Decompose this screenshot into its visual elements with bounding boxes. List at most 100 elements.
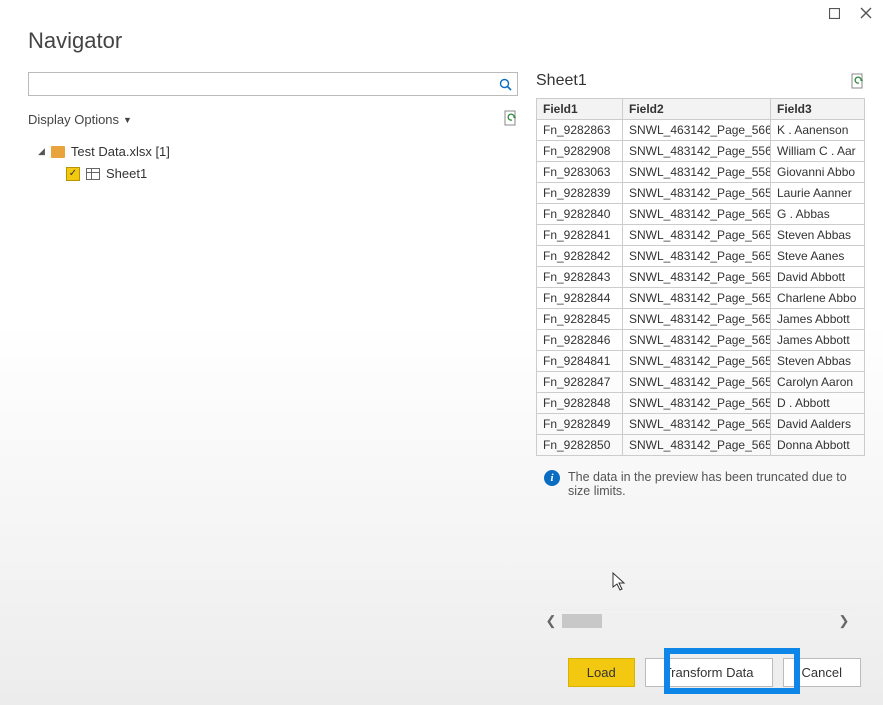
table-cell: Donna Abbott	[771, 435, 865, 456]
cancel-button[interactable]: Cancel	[783, 658, 861, 687]
close-button[interactable]	[855, 4, 877, 22]
table-icon	[86, 168, 100, 180]
table-row[interactable]: Fn_9282849SNWL_483142_Page_5659David Aal…	[537, 414, 865, 435]
refresh-preview-icon[interactable]	[851, 73, 865, 89]
table-cell: Fn_9282846	[537, 330, 623, 351]
refresh-tree-icon[interactable]	[504, 110, 518, 129]
table-cell: Fn_9282863	[537, 120, 623, 141]
chevron-down-icon: ▼	[123, 115, 132, 125]
preview-sheet-name: Sheet1	[536, 72, 587, 90]
search-box	[28, 72, 518, 96]
table-cell: SNWL_483142_Page_5659	[623, 393, 771, 414]
table-cell: Fn_9282845	[537, 309, 623, 330]
display-options-dropdown[interactable]: Display Options ▼	[28, 112, 132, 127]
table-cell: SNWL_483142_Page_5658	[623, 288, 771, 309]
table-row[interactable]: Fn_9283063SNWL_483142_Page_5588Giovanni …	[537, 162, 865, 183]
table-cell: Fn_9282850	[537, 435, 623, 456]
sheet-checkbox[interactable]: ✓	[66, 167, 80, 181]
table-row[interactable]: Fn_9282847SNWL_483142_Page_5659Carolyn A…	[537, 372, 865, 393]
load-button[interactable]: Load	[568, 658, 635, 687]
tree-file-node[interactable]: ◢ Test Data.xlsx [1]	[28, 141, 518, 162]
table-row[interactable]: Fn_9282840SNWL_483142_Page_5658G . Abbas	[537, 204, 865, 225]
table-cell: Fn_9282849	[537, 414, 623, 435]
preview-pane: Sheet1 Field1Field2Field3 Fn_9282863SNWL…	[536, 72, 865, 498]
table-cell: Fn_9284841	[537, 351, 623, 372]
table-cell: Fn_9282848	[537, 393, 623, 414]
table-cell: SNWL_483142_Page_5658	[623, 330, 771, 351]
table-cell: Fn_9282840	[537, 204, 623, 225]
table-row[interactable]: Fn_9284841SNWL_483142_Page_5658Steven Ab…	[537, 351, 865, 372]
table-cell: G . Abbas	[771, 204, 865, 225]
table-cell: SNWL_483142_Page_5658	[623, 204, 771, 225]
preview-table: Field1Field2Field3 Fn_9282863SNWL_463142…	[536, 98, 865, 456]
maximize-button[interactable]	[823, 4, 845, 22]
table-cell: Fn_9282843	[537, 267, 623, 288]
table-cell: Fn_9282844	[537, 288, 623, 309]
table-row[interactable]: Fn_9282850SNWL_483142_Page_5659Donna Abb…	[537, 435, 865, 456]
folder-icon	[51, 146, 65, 158]
table-cell: Laurie Aanner	[771, 183, 865, 204]
table-cell: SNWL_483142_Page_5658	[623, 183, 771, 204]
table-cell: David Abbott	[771, 267, 865, 288]
table-cell: SNWL_483142_Page_5659	[623, 372, 771, 393]
table-row[interactable]: Fn_9282839SNWL_483142_Page_5658Laurie Aa…	[537, 183, 865, 204]
table-row[interactable]: Fn_9282846SNWL_483142_Page_5658James Abb…	[537, 330, 865, 351]
truncation-warning: i The data in the preview has been trunc…	[536, 470, 865, 498]
table-cell: Charlene Abbo	[771, 288, 865, 309]
table-cell: William C . Aar	[771, 141, 865, 162]
collapse-icon[interactable]: ◢	[38, 146, 45, 157]
table-row[interactable]: Fn_9282863SNWL_463142_Page_5661K . Aanen…	[537, 120, 865, 141]
table-cell: Fn_9283063	[537, 162, 623, 183]
table-row[interactable]: Fn_9282841SNWL_483142_Page_5658Steven Ab…	[537, 225, 865, 246]
table-row[interactable]: Fn_9282845SNWL_483142_Page_5658James Abb…	[537, 309, 865, 330]
table-cell: David Aalders	[771, 414, 865, 435]
info-icon: i	[544, 470, 560, 486]
cursor-icon	[612, 572, 628, 592]
table-cell: K . Aanenson	[771, 120, 865, 141]
table-cell: SNWL_483142_Page_5658	[623, 267, 771, 288]
table-cell: SNWL_483142_Page_5658	[623, 225, 771, 246]
table-cell: SNWL_483142_Page_5658	[623, 309, 771, 330]
scroll-right-icon[interactable]: ❯	[833, 613, 855, 629]
table-cell: Steven Abbas	[771, 225, 865, 246]
file-label: Test Data.xlsx [1]	[71, 144, 170, 159]
column-header[interactable]: Field1	[537, 99, 623, 120]
table-cell: SNWL_483142_Page_5659	[623, 435, 771, 456]
table-cell: Steven Abbas	[771, 351, 865, 372]
navigator-tree-pane: Display Options ▼ ◢ Test Data.xlsx [1] ✓…	[28, 72, 518, 498]
table-cell: SNWL_463142_Page_5661	[623, 120, 771, 141]
sheet-label: Sheet1	[106, 166, 147, 181]
display-options-label: Display Options	[28, 112, 119, 127]
horizontal-scrollbar[interactable]: ❮ ❯	[540, 609, 855, 631]
table-cell: SNWL_483142_Page_5658	[623, 246, 771, 267]
table-row[interactable]: Fn_9282844SNWL_483142_Page_5658Charlene …	[537, 288, 865, 309]
tree-sheet-node[interactable]: ✓ Sheet1	[28, 162, 518, 185]
scroll-left-icon[interactable]: ❮	[540, 613, 562, 629]
scroll-thumb[interactable]	[562, 614, 602, 628]
table-row[interactable]: Fn_9282842SNWL_483142_Page_5658Steve Aan…	[537, 246, 865, 267]
table-cell: Steve Aanes	[771, 246, 865, 267]
table-row[interactable]: Fn_9282908SNWL_483142_Page_5567William C…	[537, 141, 865, 162]
search-icon[interactable]	[493, 73, 517, 95]
table-cell: James Abbott	[771, 330, 865, 351]
table-cell: SNWL_483142_Page_5567	[623, 141, 771, 162]
column-header[interactable]: Field2	[623, 99, 771, 120]
table-cell: SNWL_483142_Page_5659	[623, 414, 771, 435]
info-message: The data in the preview has been truncat…	[568, 470, 865, 498]
table-row[interactable]: Fn_9282848SNWL_483142_Page_5659D . Abbot…	[537, 393, 865, 414]
table-cell: D . Abbott	[771, 393, 865, 414]
table-cell: Carolyn Aaron	[771, 372, 865, 393]
table-row[interactable]: Fn_9282843SNWL_483142_Page_5658David Abb…	[537, 267, 865, 288]
table-cell: Giovanni Abbo	[771, 162, 865, 183]
transform-data-button[interactable]: Transform Data	[645, 658, 773, 687]
table-cell: Fn_9282839	[537, 183, 623, 204]
dialog-title: Navigator	[0, 0, 883, 54]
search-input[interactable]	[29, 73, 493, 95]
table-cell: Fn_9282847	[537, 372, 623, 393]
column-header[interactable]: Field3	[771, 99, 865, 120]
table-cell: Fn_9282841	[537, 225, 623, 246]
table-cell: SNWL_483142_Page_5658	[623, 351, 771, 372]
scroll-track[interactable]	[562, 614, 833, 628]
table-cell: Fn_9282842	[537, 246, 623, 267]
table-cell: Fn_9282908	[537, 141, 623, 162]
